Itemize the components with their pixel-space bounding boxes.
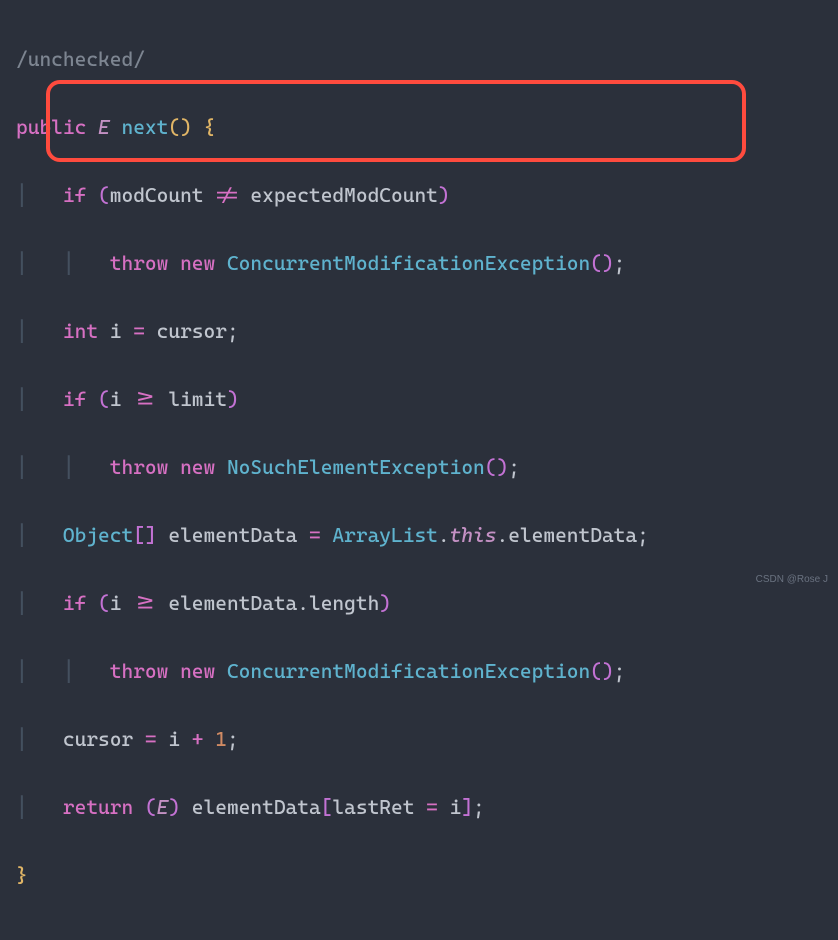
code-line: /unchecked/ xyxy=(16,42,822,76)
identifier: i xyxy=(98,319,133,343)
paren: ( xyxy=(98,591,110,615)
operator: >= xyxy=(133,591,156,615)
keyword-if: if xyxy=(63,183,86,207)
code-line: │ if (modCount != expectedModCount) xyxy=(16,178,822,212)
class-name: ArrayList xyxy=(332,523,437,547)
operator: + xyxy=(192,727,204,751)
paren: ) xyxy=(168,795,180,819)
paren: () xyxy=(168,115,191,139)
paren: ( xyxy=(145,795,157,819)
class-name: ConcurrentModificationException xyxy=(227,251,590,275)
keyword-int: int xyxy=(63,319,98,343)
brace: { xyxy=(204,115,216,139)
keyword-public: public xyxy=(16,115,86,139)
keyword-throw: throw xyxy=(110,455,169,479)
number: 1 xyxy=(215,727,227,751)
semicolon: ; xyxy=(614,659,626,683)
class-name: NoSuchElementException xyxy=(227,455,485,479)
paren: () xyxy=(590,659,613,683)
dot: . xyxy=(438,523,450,547)
code-line: public E next() { xyxy=(16,110,822,144)
method-name: next xyxy=(121,115,168,139)
semicolon: ; xyxy=(614,251,626,275)
brackets: [] xyxy=(133,523,156,547)
code-line: │ if (i >= limit) xyxy=(16,382,822,416)
operator: = xyxy=(426,795,438,819)
code-block: /unchecked/ public E next() { │ if (modC… xyxy=(0,0,838,940)
keyword-new: new xyxy=(180,659,215,683)
cast-type: E xyxy=(157,795,169,819)
keyword-new: new xyxy=(180,251,215,275)
code-line: } xyxy=(16,858,822,892)
keyword-if: if xyxy=(63,591,86,615)
identifier: modCount xyxy=(110,183,215,207)
operator: >= xyxy=(133,387,156,411)
class-name: ConcurrentModificationException xyxy=(227,659,590,683)
operator: = xyxy=(145,727,157,751)
semicolon: ; xyxy=(227,727,239,751)
expr: i xyxy=(110,387,133,411)
keyword-this: this xyxy=(450,523,497,547)
paren: ) xyxy=(227,387,239,411)
bracket: [ xyxy=(321,795,333,819)
code-line: │ │ throw new ConcurrentModificationExce… xyxy=(16,246,822,280)
keyword-new: new xyxy=(180,455,215,479)
semicolon: ; xyxy=(637,523,649,547)
code-line: │ if (i >= elementData.length) xyxy=(16,586,822,620)
identifier: .elementData xyxy=(496,523,637,547)
identifier: expectedModCount xyxy=(239,183,438,207)
identifier: i xyxy=(157,727,192,751)
paren: () xyxy=(590,251,613,275)
code-line: │ │ throw new NoSuchElementException(); xyxy=(16,450,822,484)
identifier: i xyxy=(438,795,461,819)
operator: = xyxy=(133,319,145,343)
expr: elementData.length xyxy=(157,591,380,615)
identifier: cursor xyxy=(63,727,145,751)
keyword-throw: throw xyxy=(110,659,169,683)
paren: ( xyxy=(98,183,110,207)
keyword-throw: throw xyxy=(110,251,169,275)
identifier: lastRet xyxy=(332,795,426,819)
keyword-if: if xyxy=(63,387,86,411)
brace: } xyxy=(16,863,28,887)
operator: != xyxy=(215,183,238,207)
paren: ) xyxy=(379,591,391,615)
expr: limit xyxy=(157,387,227,411)
bracket: ] xyxy=(461,795,473,819)
semicolon: ; xyxy=(508,455,520,479)
semicolon: ; xyxy=(227,319,239,343)
code-line: │ return (E) elementData[lastRet = i]; xyxy=(16,790,822,824)
paren: ( xyxy=(98,387,110,411)
paren: ) xyxy=(438,183,450,207)
keyword-return: return xyxy=(63,795,133,819)
identifier: cursor xyxy=(145,319,227,343)
code-line: │ cursor = i + 1; xyxy=(16,722,822,756)
code-line: │ │ throw new ConcurrentModificationExce… xyxy=(16,654,822,688)
class-name: Object xyxy=(63,523,133,547)
semicolon: ; xyxy=(473,795,485,819)
watermark: CSDN @Rose J xyxy=(756,571,828,588)
paren: () xyxy=(485,455,508,479)
expr: i xyxy=(110,591,133,615)
identifier: elementData xyxy=(180,795,321,819)
code-line: │ Object[] elementData = ArrayList.this.… xyxy=(16,518,822,552)
code-line: │ int i = cursor; xyxy=(16,314,822,348)
return-type: E xyxy=(98,115,110,139)
comment: /unchecked/ xyxy=(16,47,145,71)
identifier: elementData xyxy=(157,523,309,547)
operator: = xyxy=(309,523,321,547)
